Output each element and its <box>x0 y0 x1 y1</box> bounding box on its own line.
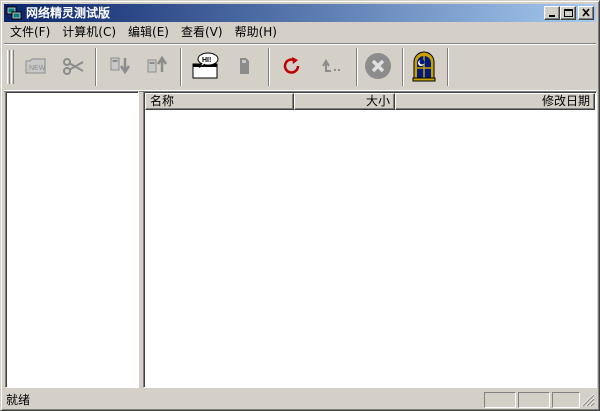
cut-button[interactable] <box>58 50 90 82</box>
file-button[interactable] <box>228 50 260 82</box>
network-app-icon <box>6 5 22 21</box>
status-panel-2 <box>518 392 550 408</box>
night-window-button[interactable] <box>408 50 440 82</box>
toolbar-separator <box>95 48 97 86</box>
stop-icon <box>365 53 391 79</box>
toolbar-separator-3 <box>268 48 270 86</box>
menu-bar: 文件(F) 计算机(C) 编辑(E) 查看(V) 帮助(H) <box>4 23 283 42</box>
menu-computer[interactable]: 计算机(C) <box>56 23 122 42</box>
toolbar-separator-2 <box>180 48 182 86</box>
parent-folder-button[interactable] <box>317 50 349 82</box>
column-header-modified[interactable]: 修改日期 <box>395 93 595 110</box>
size-grip[interactable] <box>581 393 595 407</box>
status-text: 就绪 <box>6 393 31 407</box>
svg-text:NEW: NEW <box>29 65 46 72</box>
toolbar-separator-6 <box>447 48 449 86</box>
toolbar-grip[interactable] <box>7 50 10 84</box>
title-bar[interactable]: 网络精灵测试版 <box>4 4 596 22</box>
menu-file[interactable]: 文件(F) <box>4 23 56 42</box>
menu-edit[interactable]: 编辑(E) <box>122 23 175 42</box>
chat-icon: HI! <box>192 52 219 79</box>
refresh-button[interactable] <box>276 50 308 82</box>
new-button[interactable]: NEW <box>20 50 52 82</box>
stop-button[interactable] <box>362 50 394 82</box>
menu-view[interactable]: 查看(V) <box>175 23 229 42</box>
minimize-button[interactable] <box>544 6 560 20</box>
close-button[interactable] <box>578 6 594 20</box>
status-panel-1 <box>484 392 516 408</box>
file-icon <box>240 58 249 74</box>
chat-button[interactable]: HI! <box>190 50 222 82</box>
folder-tree-pane[interactable] <box>5 91 139 388</box>
status-panel-3 <box>552 392 580 408</box>
menu-help[interactable]: 帮助(H) <box>229 23 283 42</box>
download-icon <box>110 57 131 75</box>
maximize-icon <box>564 9 573 17</box>
window-title: 网络精灵测试版 <box>26 6 111 20</box>
download-button[interactable] <box>104 50 136 82</box>
svg-text:HI!: HI! <box>202 57 211 64</box>
column-header-size[interactable]: 大小 <box>294 93 395 110</box>
toolbar-separator-4 <box>356 48 358 86</box>
size-grip-icon <box>581 393 595 407</box>
app-window: 网络精灵测试版 文件(F) 计算机(C) 编辑(E) 查看(V) 帮助(H) N… <box>0 0 600 411</box>
new-icon: NEW <box>25 58 46 74</box>
toolbar-separator-5 <box>402 48 404 86</box>
minimize-icon <box>549 15 555 17</box>
refresh-icon <box>283 57 300 74</box>
night-window-icon <box>412 51 436 82</box>
list-header: 名称 大小 修改日期 <box>145 93 595 110</box>
toolbar: NEW HI! <box>4 43 596 91</box>
parent-folder-icon <box>322 59 340 72</box>
cut-icon <box>63 58 84 75</box>
upload-icon <box>147 55 168 73</box>
maximize-button[interactable] <box>560 6 576 20</box>
toolbar-grip-2[interactable] <box>11 50 14 84</box>
status-bar: 就绪 <box>4 391 596 409</box>
column-header-name[interactable]: 名称 <box>145 93 294 110</box>
close-icon <box>582 8 590 17</box>
file-list-pane[interactable]: 名称 大小 修改日期 <box>143 91 597 388</box>
upload-button[interactable] <box>141 50 173 82</box>
